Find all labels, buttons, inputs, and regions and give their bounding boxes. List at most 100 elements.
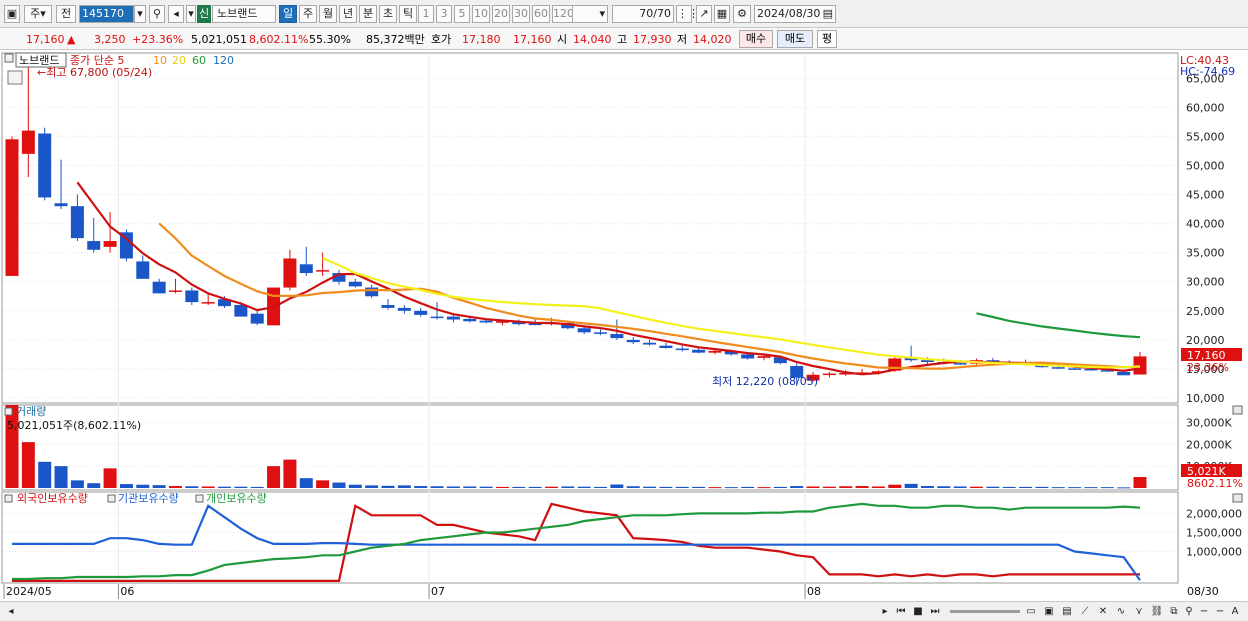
- text-icon[interactable]: A: [1228, 604, 1242, 619]
- tab-interval-3[interactable]: 3: [436, 5, 452, 23]
- tab-interval-30[interactable]: 30: [512, 5, 530, 23]
- panel-menu-icon[interactable]: [4, 53, 14, 63]
- turnover-rate: 55.30%: [309, 33, 351, 46]
- volume-bar: [904, 483, 918, 488]
- holding-tick-label: 1,000,000: [1186, 546, 1242, 559]
- fork-icon[interactable]: ⋎: [1132, 604, 1146, 619]
- scroll-left-icon[interactable]: ◂: [4, 604, 18, 619]
- cross-icon[interactable]: ✕: [1096, 604, 1110, 619]
- search-icon[interactable]: ⚲: [149, 5, 165, 23]
- panel-add-icon[interactable]: ▣: [1042, 604, 1056, 619]
- wave-icon[interactable]: ∿: [1114, 604, 1128, 619]
- chart-scrollbar[interactable]: ◂ ▸ ⏮ ■ ⏭ ▭ ▣ ▤ ⟋ ✕ ∿ ⋎ ⛓ ⧉ ⚲ − − A: [0, 601, 1248, 621]
- candle-body: [201, 302, 215, 304]
- tab-period-3[interactable]: 년: [339, 5, 357, 23]
- tab-period-5[interactable]: 초: [379, 5, 397, 23]
- calendar-icon[interactable]: ▤: [823, 6, 835, 22]
- panel-layout-icon[interactable]: ▭: [1024, 604, 1038, 619]
- zoom-out-icon[interactable]: −: [1197, 604, 1211, 619]
- volume-bar: [643, 486, 657, 488]
- volume-bar: [512, 486, 526, 488]
- volume-bar: [136, 484, 150, 488]
- code-dropdown-icon[interactable]: ▾: [134, 5, 146, 23]
- tab-period-2[interactable]: 월: [319, 5, 337, 23]
- tab-period-1[interactable]: 주: [299, 5, 317, 23]
- tab-period-4[interactable]: 분: [359, 5, 377, 23]
- date-value: 2024/08/30: [757, 7, 821, 20]
- copy-icon[interactable]: ⧉: [1167, 604, 1181, 619]
- link-icon[interactable]: ⛓: [1150, 604, 1164, 619]
- tab-interval-5[interactable]: 5: [454, 5, 470, 23]
- candle-body: [5, 139, 19, 276]
- individual-menu-icon[interactable]: [195, 494, 204, 503]
- trade-volume: 5,021,051: [191, 33, 247, 46]
- market-label: 주: [30, 7, 41, 20]
- stock-code-input[interactable]: 145170: [79, 5, 134, 23]
- volume-close-icon[interactable]: [1232, 405, 1243, 415]
- volume-bar: [495, 486, 509, 488]
- tab-period-0[interactable]: 일: [279, 5, 297, 23]
- ma10-label: 10: [153, 54, 167, 67]
- volume-bar: [185, 486, 199, 488]
- speaker-dropdown-icon[interactable]: ▾: [186, 5, 196, 23]
- candle-body: [87, 241, 101, 250]
- x-tick-label: 08: [807, 585, 821, 598]
- settings-gear-icon[interactable]: ⚙: [733, 5, 751, 23]
- stop-icon[interactable]: ■: [911, 604, 925, 619]
- buy-button[interactable]: 매수: [739, 30, 773, 48]
- candle-body: [643, 342, 657, 345]
- volume-bar: [986, 486, 1000, 488]
- candle-body: [626, 339, 640, 343]
- tab-interval-60[interactable]: 60: [532, 5, 550, 23]
- tab-interval-1[interactable]: 1: [418, 5, 434, 23]
- avg-button[interactable]: 평: [817, 30, 837, 48]
- chart-area[interactable]: 65,000 60,000 55,000 50,000 45,000 40,000 35,0…: [0, 51, 1248, 601]
- compare-icon[interactable]: ⋮⋮: [676, 5, 699, 23]
- ma60-label: 60: [192, 54, 206, 67]
- volume-title: 거래량: [16, 405, 46, 418]
- volume-menu-icon[interactable]: [4, 407, 13, 416]
- tab-interval-20[interactable]: 20: [492, 5, 510, 23]
- bid-price: 17,160: [513, 33, 552, 46]
- volume-bar: [822, 486, 836, 488]
- tab-interval-120[interactable]: 120: [552, 5, 574, 23]
- panel-remove-icon[interactable]: ▤: [1060, 604, 1074, 619]
- tab-interval-10[interactable]: 10: [472, 5, 490, 23]
- chart-menu-icon[interactable]: ▣: [4, 5, 20, 23]
- ask-price: 17,180: [462, 33, 501, 46]
- minus-icon[interactable]: −: [1213, 604, 1227, 619]
- volume-bar: [544, 486, 558, 488]
- trend-icon[interactable]: ⟋: [1078, 604, 1092, 619]
- date-input[interactable]: 2024/08/30 ▤: [754, 5, 836, 23]
- period-prev-button[interactable]: 전: [56, 5, 76, 23]
- volume-bar: [1051, 487, 1065, 489]
- first-page-icon[interactable]: ⏮: [894, 604, 908, 619]
- candle-body: [1133, 356, 1147, 375]
- volume-bar: [577, 486, 591, 488]
- institution-menu-icon[interactable]: [107, 494, 116, 503]
- speaker-icon[interactable]: ◂: [168, 5, 184, 23]
- holding-menu-icon[interactable]: [4, 494, 13, 503]
- interval-select[interactable]: ▾: [572, 5, 608, 23]
- volume-bar: [1068, 487, 1082, 489]
- market-select[interactable]: 주▾: [24, 5, 52, 23]
- volume-bar: [594, 486, 608, 488]
- tab-period-6[interactable]: 틱: [399, 5, 417, 23]
- magnify-icon[interactable]: ⚲: [1182, 604, 1196, 619]
- save-icon[interactable]: ▦: [714, 5, 730, 23]
- x-end-label: 08/30: [1187, 585, 1219, 598]
- sell-button[interactable]: 매도: [777, 30, 813, 48]
- last-page-icon[interactable]: ⏭: [928, 604, 942, 619]
- chart-svg[interactable]: 65,00060,00055,00050,00045,00040,00035,0…: [0, 51, 1248, 601]
- volume-bar: [332, 482, 346, 488]
- volume-bar: [724, 487, 738, 489]
- calculator-icon[interactable]: [7, 70, 23, 85]
- scroll-right-icon[interactable]: ▸: [878, 604, 892, 619]
- holding-close-icon[interactable]: [1232, 493, 1243, 503]
- count-input[interactable]: 70/70: [612, 5, 674, 23]
- draw-icon[interactable]: ↗: [696, 5, 712, 23]
- candle-body: [38, 133, 52, 198]
- zoom-slider[interactable]: [950, 610, 1020, 613]
- holding-tick-label: 2,000,000: [1186, 507, 1242, 520]
- candle-body: [1117, 371, 1131, 376]
